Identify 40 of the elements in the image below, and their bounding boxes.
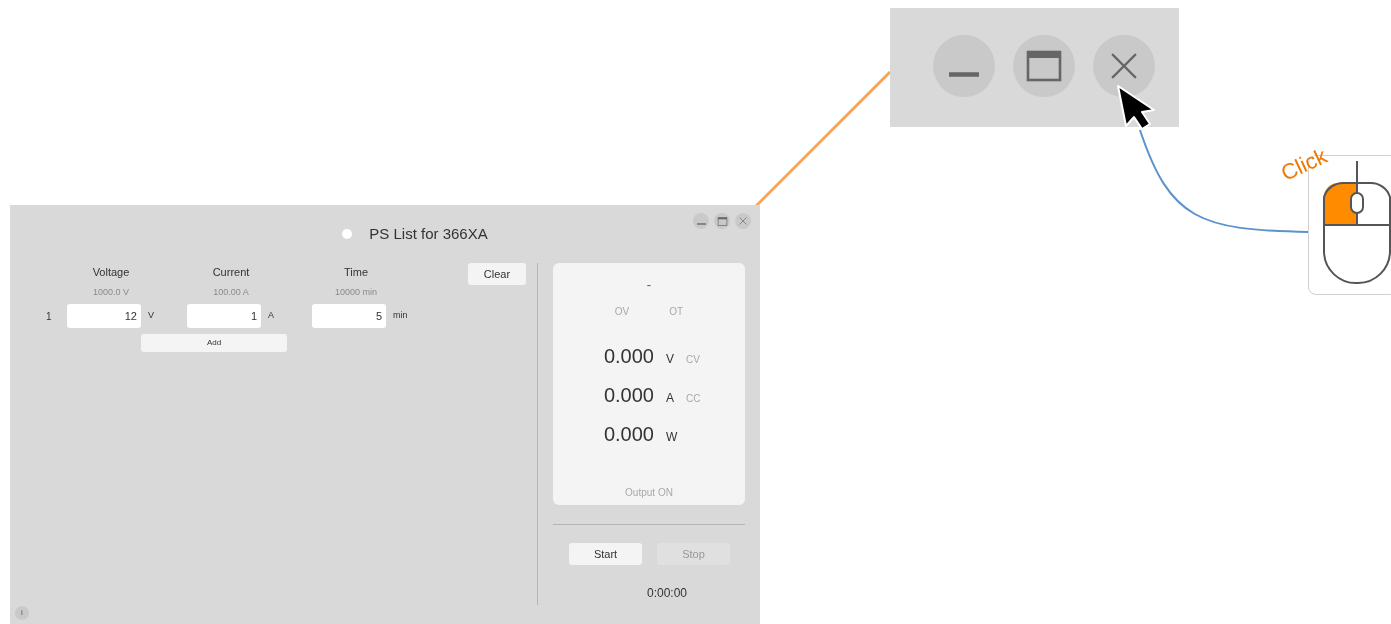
- output-indicator: Output ON: [625, 485, 673, 500]
- minimize-icon: [949, 72, 979, 77]
- column-limit: 10000 min: [334, 285, 378, 299]
- value-field[interactable]: 5: [312, 304, 386, 328]
- timer-text: 0:00:00: [647, 585, 689, 602]
- reading-unit: A: [665, 389, 675, 407]
- maximize-button[interactable]: [714, 213, 730, 229]
- column-limit: 100.00 A: [212, 285, 250, 299]
- start-button[interactable]: Start: [569, 543, 642, 565]
- column-limit: 1000.0 V: [92, 285, 130, 299]
- mode-indicator: CV: [686, 352, 700, 367]
- mode-indicator: CC: [686, 391, 701, 406]
- value-field[interactable]: 1: [187, 304, 261, 328]
- reading-unit: V: [665, 350, 675, 368]
- flag-indicator: OV: [614, 304, 630, 319]
- minimize-icon: [696, 222, 706, 225]
- maximize-icon: [716, 215, 728, 227]
- minimize-button[interactable]: [693, 213, 709, 229]
- reading-unit: W: [665, 428, 679, 446]
- unit-label: V: [148, 309, 154, 323]
- unit-label: min: [393, 309, 408, 323]
- flag-indicator: OT: [669, 304, 684, 319]
- status-text: -: [646, 276, 652, 294]
- info-button[interactable]: i: [15, 606, 29, 620]
- row-number: 1: [46, 309, 53, 324]
- close-icon: [738, 216, 748, 226]
- column-header: Time: [342, 265, 369, 280]
- column-header: Voltage: [91, 265, 131, 280]
- value-field[interactable]: 12: [67, 304, 141, 328]
- clear-button[interactable]: Clear: [468, 263, 526, 285]
- reading-value: 0.000: [602, 343, 654, 369]
- cursor-arrow-icon: [1116, 84, 1157, 130]
- click-label: Click: [1275, 142, 1332, 188]
- column-header: Current: [211, 265, 251, 280]
- window-title: PS List for 366XA: [369, 223, 488, 244]
- reading-value: 0.000: [602, 421, 654, 447]
- add-button[interactable]: Add: [141, 334, 287, 352]
- unit-label: A: [268, 309, 274, 323]
- close-button[interactable]: [735, 213, 751, 229]
- reading-value: 0.000: [602, 382, 654, 408]
